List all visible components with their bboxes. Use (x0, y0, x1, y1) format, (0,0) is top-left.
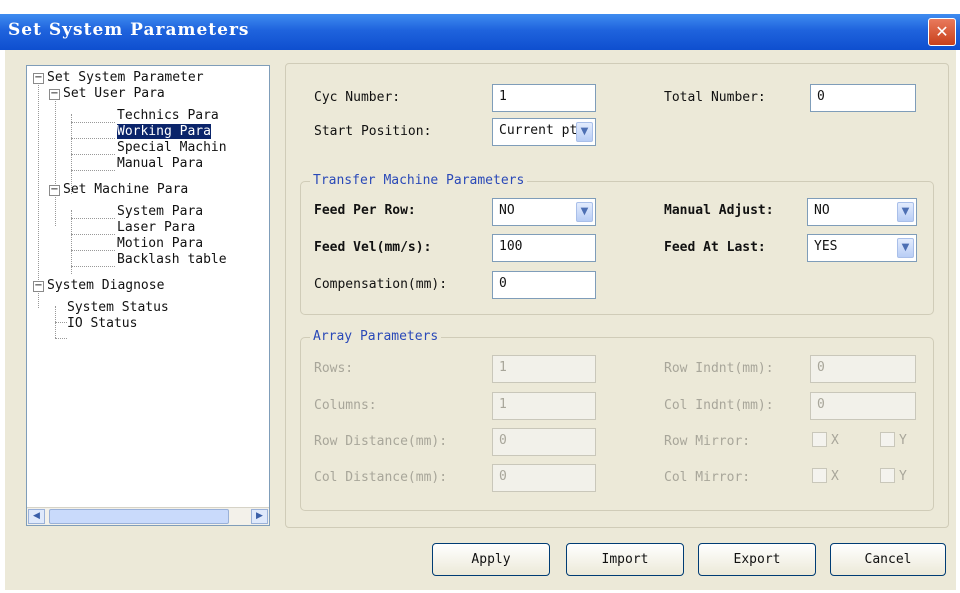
feed-vel-label: Feed Vel(mm/s): (314, 240, 432, 255)
col-mirror-y-checkbox[interactable] (880, 468, 895, 483)
col-distance-input[interactable]: 0 (492, 464, 596, 492)
col-mirror-x-checkbox[interactable] (812, 468, 827, 483)
window-title: Set System Parameters (8, 20, 250, 40)
array-parameters-title: Array Parameters (310, 329, 442, 344)
cancel-button[interactable]: Cancel (830, 543, 946, 576)
feed-at-last-label: Feed At Last: (664, 240, 766, 255)
tree-item-technics-para[interactable]: Technics Para (117, 108, 219, 124)
col-indnt-input[interactable]: 0 (810, 392, 916, 420)
rows-input[interactable]: 1 (492, 355, 596, 383)
start-position-select[interactable]: Current pt ▼ (492, 118, 596, 146)
tree-item-set-system-parameter[interactable]: − Set System Parameter (33, 70, 204, 86)
row-mirror-x-label: X (831, 433, 839, 448)
tree-item-system-status[interactable]: System Status (67, 300, 169, 316)
col-mirror-y-label: Y (899, 469, 907, 484)
parameter-tree[interactable]: − Set System Parameter − Set User Para Tec… (26, 65, 270, 526)
scroll-left-icon[interactable]: ◀ (28, 509, 45, 524)
tree-item-system-diagnose[interactable]: − System Diagnose (33, 278, 164, 294)
manual-adjust-label: Manual Adjust: (664, 203, 774, 218)
rows-label: Rows: (314, 361, 354, 376)
tree-item-laser-para[interactable]: Laser Para (117, 220, 195, 236)
feed-vel-input[interactable]: 100 (492, 234, 596, 262)
collapse-icon[interactable]: − (49, 185, 60, 196)
row-indnt-label: Row Indnt(mm): (664, 361, 774, 376)
chevron-down-icon[interactable]: ▼ (576, 122, 593, 142)
row-distance-label: Row Distance(mm): (314, 434, 448, 449)
title-bar: Set System Parameters ✕ (0, 14, 960, 50)
tree-item-motion-para[interactable]: Motion Para (117, 236, 203, 252)
collapse-icon[interactable]: − (33, 73, 44, 84)
collapse-icon[interactable]: − (33, 281, 44, 292)
close-icon: ✕ (935, 22, 949, 41)
transfer-machine-title: Transfer Machine Parameters (310, 173, 528, 188)
collapse-icon[interactable]: − (49, 89, 60, 100)
feed-per-row-select[interactable]: NO ▼ (492, 198, 596, 226)
feed-at-last-value: YES (814, 239, 838, 254)
start-position-value: Current pt (499, 123, 578, 138)
cyc-number-input[interactable]: 1 (492, 84, 596, 112)
cyc-number-label: Cyc Number: (314, 90, 401, 105)
tree-item-system-para[interactable]: System Para (117, 204, 203, 220)
col-mirror-label: Col Mirror: (664, 470, 751, 485)
apply-button[interactable]: Apply (432, 543, 550, 576)
row-mirror-y-label: Y (899, 433, 907, 448)
scroll-thumb[interactable] (49, 509, 229, 524)
compensation-input[interactable]: 0 (492, 271, 596, 299)
manual-adjust-value: NO (814, 203, 830, 218)
feed-at-last-select[interactable]: YES ▼ (807, 234, 917, 262)
col-distance-label: Col Distance(mm): (314, 470, 448, 485)
row-indnt-input[interactable]: 0 (810, 355, 916, 383)
scroll-right-icon[interactable]: ▶ (251, 509, 268, 524)
col-indnt-label: Col Indnt(mm): (664, 398, 774, 413)
export-button[interactable]: Export (698, 543, 816, 576)
tree-item-set-user-para[interactable]: − Set User Para (49, 86, 165, 102)
row-mirror-y-checkbox[interactable] (880, 432, 895, 447)
row-mirror-label: Row Mirror: (664, 434, 751, 449)
row-mirror-x-checkbox[interactable] (812, 432, 827, 447)
tree-item-set-machine-para[interactable]: − Set Machine Para (49, 182, 188, 198)
row-distance-input[interactable]: 0 (492, 428, 596, 456)
chevron-down-icon[interactable]: ▼ (897, 202, 914, 222)
feed-per-row-value: NO (499, 203, 515, 218)
tree-item-manual-para[interactable]: Manual Para (117, 156, 203, 172)
columns-label: Columns: (314, 398, 377, 413)
chevron-down-icon[interactable]: ▼ (897, 238, 914, 258)
tree-horizontal-scrollbar[interactable]: ◀ ▶ (27, 507, 269, 525)
columns-input[interactable]: 1 (492, 392, 596, 420)
import-button[interactable]: Import (566, 543, 684, 576)
tree-item-backlash-table[interactable]: Backlash table (117, 252, 227, 268)
start-position-label: Start Position: (314, 124, 432, 139)
col-mirror-x-label: X (831, 469, 839, 484)
chevron-down-icon[interactable]: ▼ (576, 202, 593, 222)
compensation-label: Compensation(mm): (314, 277, 448, 292)
total-number-input[interactable]: 0 (810, 84, 916, 112)
manual-adjust-select[interactable]: NO ▼ (807, 198, 917, 226)
total-number-label: Total Number: (664, 90, 766, 105)
feed-per-row-label: Feed Per Row: (314, 203, 416, 218)
tree-item-io-status[interactable]: IO Status (67, 316, 137, 332)
close-button[interactable]: ✕ (928, 18, 956, 46)
tree-item-special-machin[interactable]: Special Machin (117, 140, 227, 156)
tree-item-working-para[interactable]: Working Para (117, 124, 211, 140)
